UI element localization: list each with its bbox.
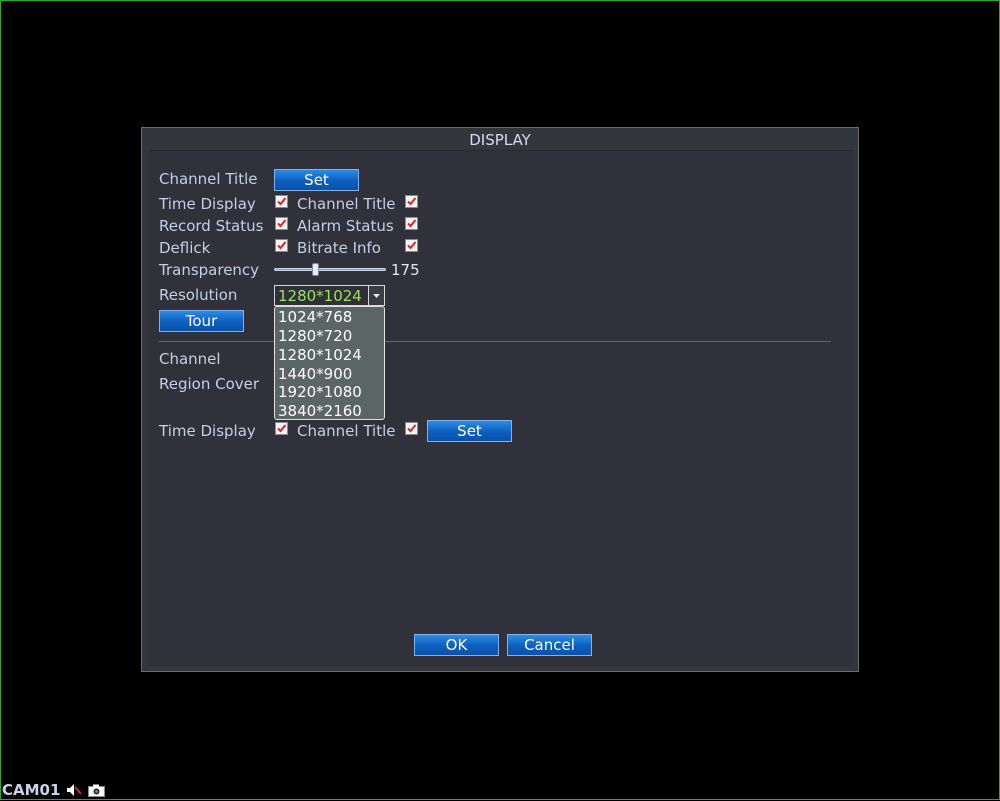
resolution-option[interactable]: 1280*720 (278, 327, 352, 345)
channel-channel-title-label: Channel Title (297, 422, 396, 440)
section-divider (159, 341, 831, 342)
bitrate-info-label: Bitrate Info (297, 239, 381, 257)
resolution-option[interactable]: 3840*2160 (278, 402, 362, 420)
resolution-selected-value: 1280*1024 (278, 287, 362, 305)
channel-title-set-button[interactable]: Set (274, 169, 359, 191)
deflick-label: Deflick (159, 239, 211, 257)
channel-title-checkbox[interactable] (405, 195, 418, 208)
checkmark-icon (407, 219, 417, 228)
time-display-checkbox[interactable] (275, 195, 288, 208)
checkmark-icon (407, 241, 417, 250)
ok-button[interactable]: OK (414, 634, 499, 656)
speaker-muted-icon (66, 783, 83, 801)
channel-time-display-label: Time Display (159, 422, 256, 440)
camera-icon (87, 783, 105, 801)
checkmark-icon (407, 424, 417, 433)
alarm-status-checkbox[interactable] (405, 217, 418, 230)
status-bar: CAM01 (2, 781, 105, 801)
record-status-checkbox[interactable] (275, 217, 288, 230)
checkmark-icon (277, 241, 287, 250)
channel-title-check-label: Channel Title (297, 195, 396, 213)
transparency-value: 175 (391, 261, 420, 279)
resolution-option[interactable]: 1024*768 (278, 308, 352, 326)
checkmark-icon (277, 424, 287, 433)
resolution-option[interactable]: 1920*1080 (278, 383, 362, 401)
cancel-button[interactable]: Cancel (507, 634, 592, 656)
checkmark-icon (277, 219, 287, 228)
checkmark-icon (407, 197, 417, 206)
resolution-option[interactable]: 1440*900 (278, 365, 352, 383)
transparency-label: Transparency (159, 261, 260, 279)
channel-time-display-checkbox[interactable] (275, 422, 288, 435)
record-status-label: Record Status (159, 217, 264, 235)
dialog-title: DISPLAY (469, 131, 531, 149)
tour-button[interactable]: Tour (159, 310, 244, 332)
transparency-slider-track[interactable] (274, 268, 386, 271)
chevron-down-icon[interactable] (368, 286, 384, 305)
channel-label: Channel (159, 350, 221, 368)
camera-name: CAM01 (2, 781, 61, 799)
resolution-label: Resolution (159, 286, 238, 304)
checkmark-icon (277, 197, 287, 206)
resolution-select[interactable]: 1280*1024 (274, 285, 385, 306)
channel-channel-title-checkbox[interactable] (405, 422, 418, 435)
resolution-dropdown-list[interactable]: 1024*768 1280*720 1280*1024 1440*900 192… (274, 306, 385, 420)
time-display-label: Time Display (159, 195, 256, 213)
channel-title-label: Channel Title (159, 170, 258, 188)
resolution-option[interactable]: 1280*1024 (278, 346, 362, 364)
channel-set-button[interactable]: Set (427, 420, 512, 442)
transparency-slider-thumb[interactable] (312, 263, 319, 276)
bitrate-info-checkbox[interactable] (405, 239, 418, 252)
deflick-checkbox[interactable] (275, 239, 288, 252)
region-cover-label: Region Cover (159, 375, 260, 393)
alarm-status-label: Alarm Status (297, 217, 394, 235)
